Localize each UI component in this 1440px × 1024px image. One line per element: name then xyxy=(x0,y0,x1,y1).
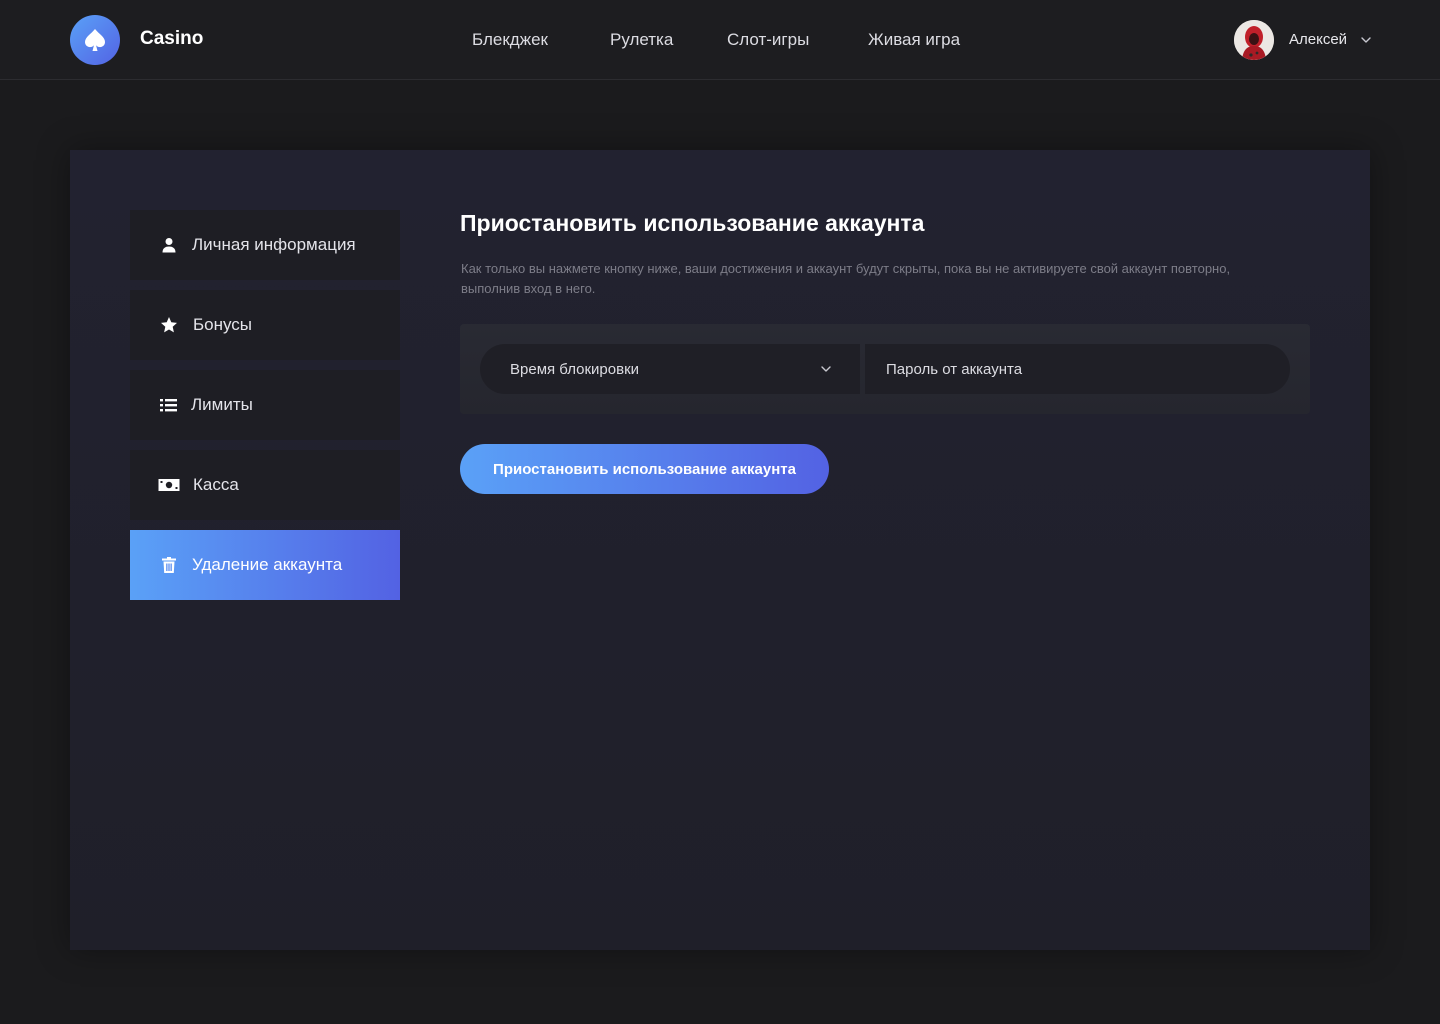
page-description: Как только вы нажмете кнопку ниже, ваши … xyxy=(461,261,1231,296)
sidebar-item-label: Удаление аккаунта xyxy=(192,555,343,574)
user-icon xyxy=(160,236,178,254)
logo-text[interactable]: Casino xyxy=(140,28,203,50)
chevron-down-icon[interactable] xyxy=(820,363,832,375)
list-icon xyxy=(160,396,178,414)
sidebar-item-delete-account[interactable]: Удаление аккаунта xyxy=(130,530,400,600)
nav-slots[interactable]: Слот-игры xyxy=(727,30,809,50)
lock-time-select[interactable]: Время блокировки xyxy=(480,344,860,394)
trash-icon xyxy=(160,556,178,574)
nav-live-game[interactable]: Живая игра xyxy=(868,30,960,50)
sidebar-item-label: Касса xyxy=(193,475,239,494)
top-header: Casino Блекджек Рулетка Слот-игры Живая … xyxy=(0,0,1440,80)
suspend-account-button[interactable]: Приостановить использование аккаунта xyxy=(460,444,829,494)
spade-icon xyxy=(85,29,105,51)
sidebar-item-cashier[interactable]: Касса xyxy=(130,450,400,520)
star-icon xyxy=(160,316,178,334)
nav-roulette[interactable]: Рулетка xyxy=(610,30,673,50)
sidebar-item-label: Лимиты xyxy=(191,395,253,414)
lock-time-select-value: Время блокировки xyxy=(510,360,640,378)
sidebar-item-label: Бонусы xyxy=(193,315,253,334)
page-title: Приостановить использование аккаунта xyxy=(460,210,925,236)
sidebar-item-personal-info[interactable]: Личная информация xyxy=(130,210,400,280)
nav-blackjack[interactable]: Блекджек xyxy=(472,30,548,50)
sidebar-item-label: Личная информация xyxy=(192,235,356,254)
user-name[interactable]: Алексей xyxy=(1289,31,1347,48)
logo[interactable] xyxy=(70,15,120,65)
sidebar-item-limits[interactable]: Лимиты xyxy=(130,370,400,440)
avatar-image xyxy=(1234,20,1274,60)
password-field[interactable] xyxy=(865,344,1290,394)
sidebar-item-bonuses[interactable]: Бонусы xyxy=(130,290,400,360)
chevron-down-icon[interactable] xyxy=(1360,34,1372,46)
cash-icon xyxy=(158,476,180,494)
avatar[interactable] xyxy=(1234,20,1274,60)
